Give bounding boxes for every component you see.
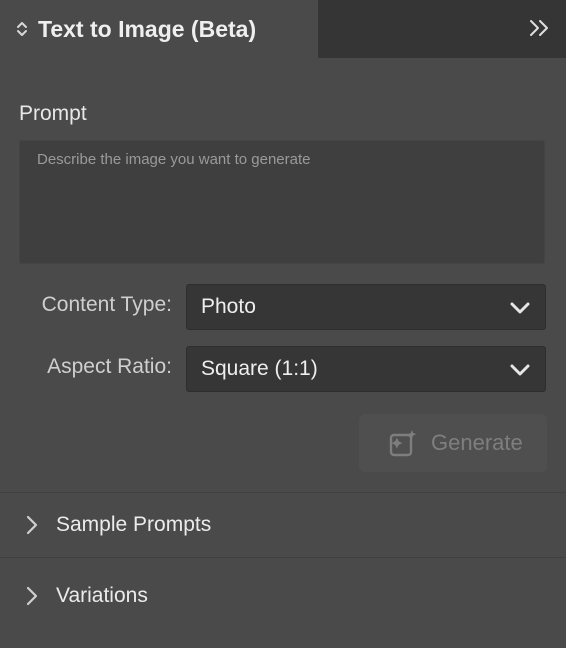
section-sample-prompts[interactable]: Sample Prompts: [0, 495, 566, 555]
collapse-panel-button[interactable]: [526, 14, 554, 42]
aspect-ratio-value: Square (1:1): [201, 357, 318, 380]
divider: [0, 557, 566, 558]
drag-sort-icon[interactable]: [14, 18, 30, 40]
section-label: Sample Prompts: [56, 513, 212, 536]
generate-button[interactable]: Generate: [359, 414, 547, 472]
chevron-down-icon: [509, 359, 531, 381]
aspect-ratio-select[interactable]: Square (1:1): [186, 346, 546, 392]
content-type-label: Content Type:: [41, 293, 172, 316]
section-variations[interactable]: Variations: [0, 566, 566, 626]
panel-title: Text to Image (Beta): [38, 15, 257, 42]
chevron-right-icon: [22, 584, 42, 608]
content-type-select[interactable]: Photo: [186, 284, 546, 330]
sparkle-image-icon: [387, 427, 419, 459]
generate-button-label: Generate: [431, 430, 523, 455]
chevron-down-icon: [509, 297, 531, 319]
panel-tab-bar: Text to Image (Beta): [0, 0, 566, 58]
section-label: Variations: [56, 584, 148, 607]
prompt-label: Prompt: [19, 102, 87, 125]
content-type-value: Photo: [201, 295, 256, 318]
panel-tab[interactable]: Text to Image (Beta): [0, 0, 318, 58]
divider: [0, 492, 566, 493]
chevron-right-icon: [22, 513, 42, 537]
double-chevron-right-icon: [530, 20, 548, 36]
prompt-input[interactable]: [19, 140, 545, 264]
aspect-ratio-label: Aspect Ratio:: [47, 355, 172, 378]
